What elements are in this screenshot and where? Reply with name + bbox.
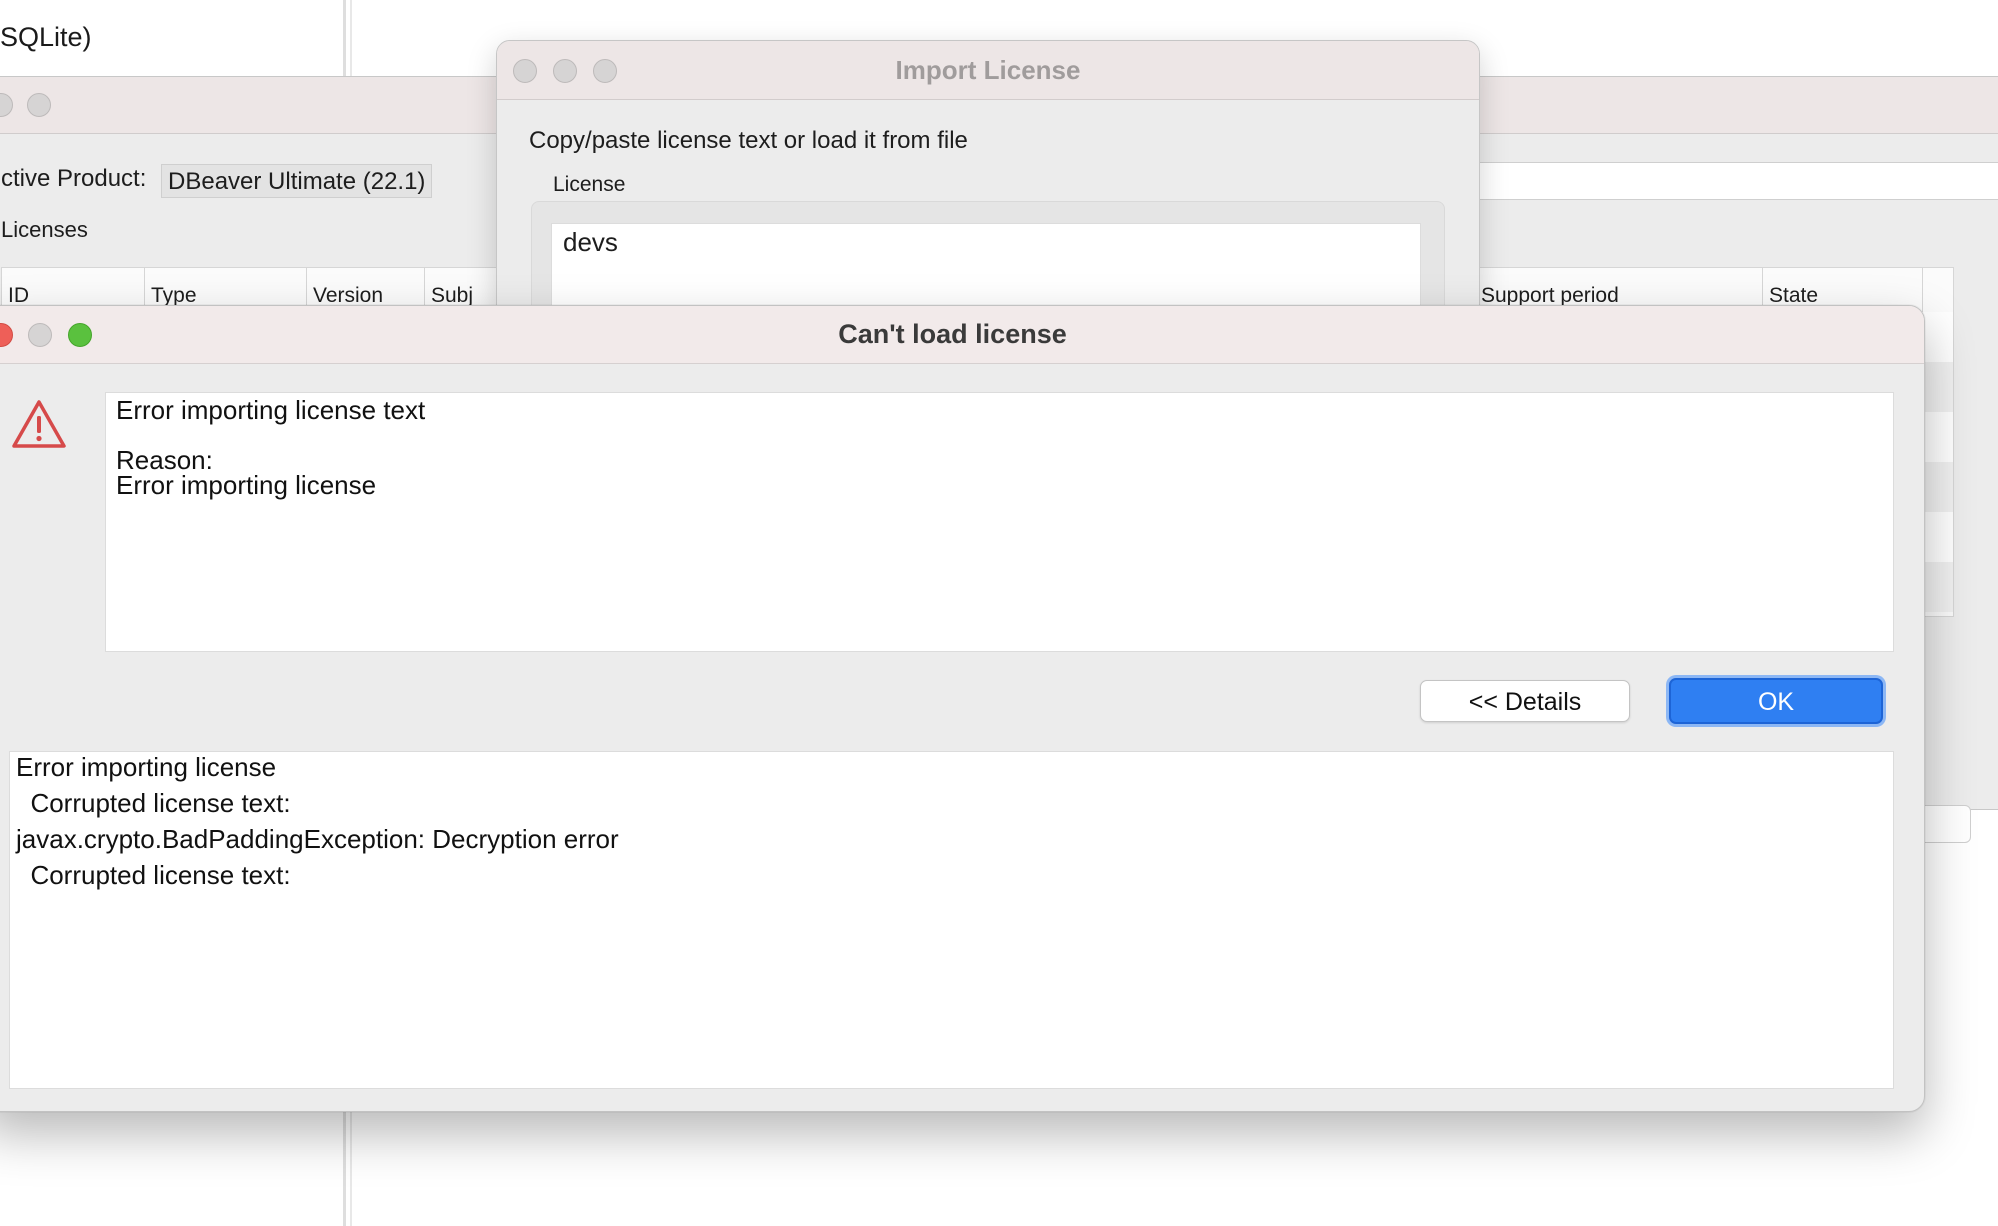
details-line: Corrupted license text: — [16, 788, 291, 818]
error-message-line: Error importing license — [116, 470, 377, 500]
window-close-button[interactable] — [0, 93, 13, 117]
details-line: javax.crypto.BadPaddingException: Decryp… — [16, 824, 619, 854]
active-product-field[interactable]: DBeaver Ultimate (22.1) — [161, 164, 433, 198]
license-field-right[interactable] — [1463, 162, 1998, 200]
error-dialog-title: Can't load license — [838, 319, 1067, 349]
window-minimize-button[interactable] — [27, 93, 51, 117]
license-group-label: License — [553, 173, 626, 196]
error-dialog-titlebar: Can't load license — [0, 306, 1924, 364]
ok-button[interactable]: OK — [1669, 678, 1883, 724]
import-instruction: Copy/paste license text or load it from … — [529, 127, 968, 154]
error-message-area: Error importing license text Reason: Err… — [105, 392, 1894, 652]
details-button[interactable]: << Details — [1420, 680, 1630, 722]
licenses-group-label: Licenses — [1, 217, 88, 242]
import-dialog-titlebar: Import License — [497, 41, 1479, 100]
sidebar-connection-label[interactable]: SQLite) — [0, 22, 92, 53]
error-dialog: Can't load license Error importing licen… — [0, 305, 1925, 1112]
active-product-label: ctive Product: — [1, 165, 147, 192]
import-dialog-title: Import License — [895, 55, 1081, 85]
error-details-area[interactable]: Error importing license Corrupted licens… — [9, 751, 1894, 1089]
warning-icon — [12, 400, 66, 448]
details-line: Error importing license — [16, 752, 277, 782]
details-line: Corrupted license text: — [16, 860, 291, 890]
error-message-line: Error importing license text — [116, 395, 426, 425]
license-text-value: devs — [563, 227, 618, 257]
